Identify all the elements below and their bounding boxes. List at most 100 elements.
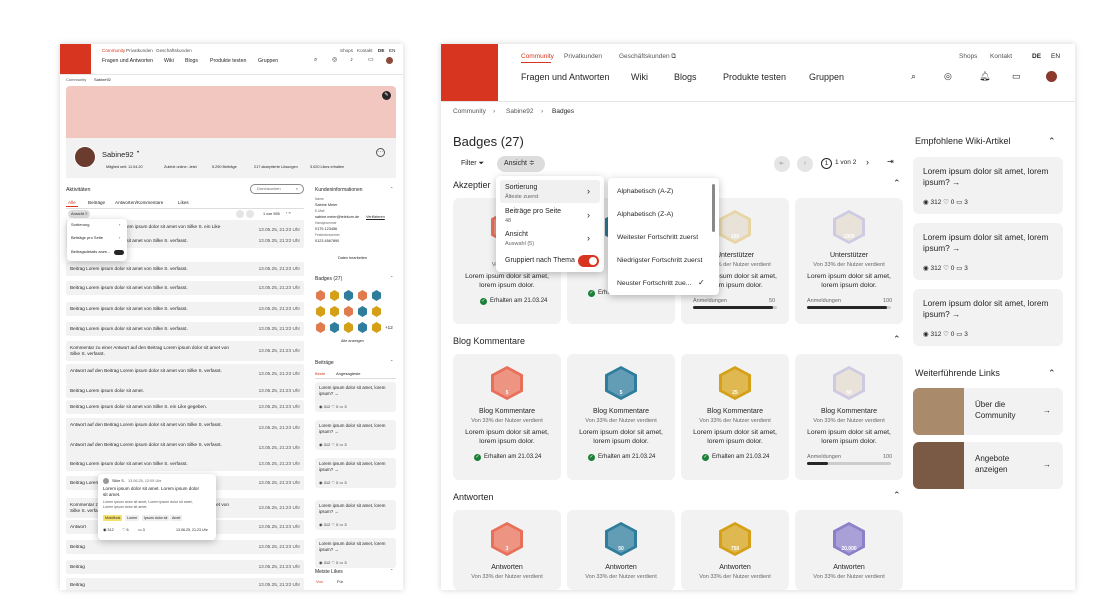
breadcrumb-community[interactable]: Community [66,77,86,83]
chevron-up-icon[interactable]: ⌃ [893,334,901,345]
sort-option[interactable]: Weitester Fortschritt zuerst [617,234,698,241]
lang-en[interactable]: EN [1051,53,1060,60]
badge-icon[interactable] [372,306,381,317]
brand-logo[interactable] [441,44,498,101]
wiki-card[interactable]: Lorem ipsum dolor sit amet, lorem ipsum?… [913,289,1063,346]
activity-row[interactable]: Beitrag Lorem ipsum dolor sit amet von S… [66,400,304,414]
badge-icon[interactable] [344,306,353,317]
submenu-scrollbar[interactable] [712,184,715,232]
badge-card[interactable]: 3 Antworten Von 33% der Nutzer verdient [453,510,561,590]
details-toggle[interactable] [114,250,124,255]
badges-more[interactable]: +12 [385,325,393,331]
link-card-angebote[interactable]: Angebote anzeigen → [913,442,1063,489]
chevron-up-icon[interactable]: ⌃ [390,275,393,281]
activity-text[interactable]: Beitrag Lorem ipsum dolor sit amet von S… [70,281,188,295]
activity-text[interactable]: Antwort [70,520,86,534]
badge-icon[interactable] [344,322,353,333]
nav-gruppen[interactable]: Gruppen [258,58,278,64]
pager-next[interactable]: › » [286,210,291,216]
avatar[interactable] [1046,71,1057,82]
nav-community[interactable]: Community [521,53,554,60]
activity-row[interactable]: Kommentar zu einer Antwort auf den Beitr… [66,341,304,361]
tab-likes[interactable]: Likes [178,200,189,206]
activity-row[interactable]: Antwort auf den Beitrag Lorem ipsum dolo… [66,418,304,438]
activity-row[interactable]: Beitrag Lorem ipsum dolor sit amet von S… [66,302,304,316]
badge-icon[interactable] [358,290,367,301]
badge-card[interactable]: 5 Blog Kommentare Von 33% der Nutzer verdi… [453,354,561,480]
activity-row[interactable]: Beitrag Lorem ipsum dolor sit amet. 13.05… [66,384,304,398]
menu-sortierung[interactable]: Sortierung [505,184,537,191]
badge-icon[interactable] [372,322,381,333]
badge-icon[interactable] [316,306,325,317]
bell-icon[interactable]: 🔔︎ [979,72,990,81]
activity-text[interactable]: Beitrag [70,560,85,574]
tab-antworten[interactable]: Antworten/Kommentare [115,200,163,206]
tooltip-tag[interactable]: Mobilfunk [103,515,123,521]
activity-text[interactable]: Beitrag Lorem ipsum dolor sit amet von S… [70,322,188,336]
chevron-up-icon[interactable]: ⌃ [390,186,393,192]
nav-privatkunden[interactable]: Privatkunden [564,53,602,60]
menu-per-page[interactable]: Beiträge pro Seite [71,235,103,241]
activity-text[interactable]: Antwort auf den Beitrag Lorem ipsum dolo… [70,368,222,374]
sort-option[interactable]: Niedrigster Fortschritt zuerst [617,257,702,264]
activity-row[interactable]: Beitrag 13.05.25, 21:23 Uhr [66,560,304,574]
chevron-up-icon[interactable]: ⌃ [893,178,901,189]
activity-text[interactable]: Beitrag Lorem ipsum dolor sit amet. [70,384,144,398]
pager-next-icon[interactable]: › [866,157,869,167]
pager-first-icon[interactable]: ⇤ [774,156,790,172]
nav-kontakt[interactable]: Kontakt [357,48,373,54]
badge-icon[interactable] [316,322,325,333]
sort-option[interactable]: Neuster Fortschritt zue... [617,280,691,287]
more-icon[interactable]: ··· [376,148,385,157]
breadcrumb-community[interactable]: Community [453,108,486,115]
activity-text[interactable]: Beitrag Lorem ipsum dolor sit amet von S… [70,262,188,276]
tab-fuer[interactable]: Für [337,579,343,585]
post-card[interactable]: Lorem ipsum dolor sit amet, lorem ipsum?… [315,420,396,450]
brand-logo[interactable] [60,44,91,75]
badge-icon[interactable] [358,306,367,317]
menu-sortierung[interactable]: Sortierung [71,222,89,228]
activity-row[interactable]: Beitrag Lorem ipsum dolor sit amet von S… [66,281,304,295]
chevron-up-icon[interactable]: ⌃ [893,490,901,501]
badge-icon[interactable] [330,290,339,301]
post-card[interactable]: Lorem ipsum dolor sit amet, lorem ipsum?… [315,538,396,568]
chevron-up-icon[interactable]: ⌃ [1048,368,1056,379]
badge-icon[interactable] [372,290,381,301]
nav-geschaeftskunden[interactable]: Geschäftskunden [156,48,192,54]
post-card[interactable]: Lorem ipsum dolor sit amet, lorem ipsum?… [315,458,396,488]
badge-icon[interactable] [358,322,367,333]
nav-shops[interactable]: Shops [340,48,353,54]
activity-text[interactable]: Antwort auf den Beitrag Lorem ipsum dolo… [70,422,222,428]
edit-data-link[interactable]: Daten bearbeiten [338,256,367,261]
chevron-up-icon[interactable]: ⌃ [390,568,393,574]
verify-link[interactable]: Verifizieren [366,215,385,220]
globe-icon[interactable]: ◎ [332,57,337,64]
tooltip-user[interactable]: Silke S. [112,479,125,484]
badge-icon[interactable] [316,290,325,301]
tab-alle[interactable]: Alle [68,200,76,206]
menu-per-page[interactable]: Beiträge pro Seite [505,208,561,215]
tooltip-tag[interactable]: Lorem [125,515,140,521]
nav-wiki[interactable]: Wiki [164,58,174,64]
group-toggle[interactable] [578,255,599,267]
avatar[interactable] [386,57,393,64]
activity-text[interactable]: Antwort auf den Beitrag Lorem ipsum dolo… [70,442,222,448]
bell-icon[interactable]: ♪ [350,57,353,64]
page-number[interactable]: 1 [821,158,832,169]
badge-card[interactable]: 50 Blog Kommentare Von 33% der Nutzer verd… [795,354,903,480]
tooltip-title[interactable]: Lorem ipsum dolor sit amet. Lorem ipsum … [103,486,203,498]
view-chip[interactable]: Ansicht ≡ [68,210,90,218]
activity-row[interactable]: Beitrag Lorem ipsum dolor sit amet von S… [66,262,304,276]
edit-cover-icon[interactable]: ✎ [382,91,391,100]
badge-card[interactable]: 25 Blog Kommentare Von 33% der Nutzer verd… [681,354,789,480]
activity-text[interactable]: Kommentar zu einer Antwort auf den Beitr… [70,345,240,357]
activity-row[interactable]: Beitrag 13.05.25, 21:23 Uhr [66,578,304,590]
wiki-card[interactable]: Lorem ipsum dolor sit amet, lorem ipsum?… [913,223,1063,280]
sort-option[interactable]: Alphabetisch (Z-A) [617,211,673,218]
tooltip-tag[interactable]: Amet [170,515,183,521]
nav-fragen[interactable]: Fragen und Antworten [521,72,610,82]
post-card[interactable]: Lorem ipsum dolor sit amet, lorem ipsum?… [315,382,396,412]
nav-produkte[interactable]: Produkte testen [723,72,786,82]
sort-option[interactable]: Alphabetisch (A-Z) [617,188,673,195]
lang-de[interactable]: DE [378,48,384,54]
